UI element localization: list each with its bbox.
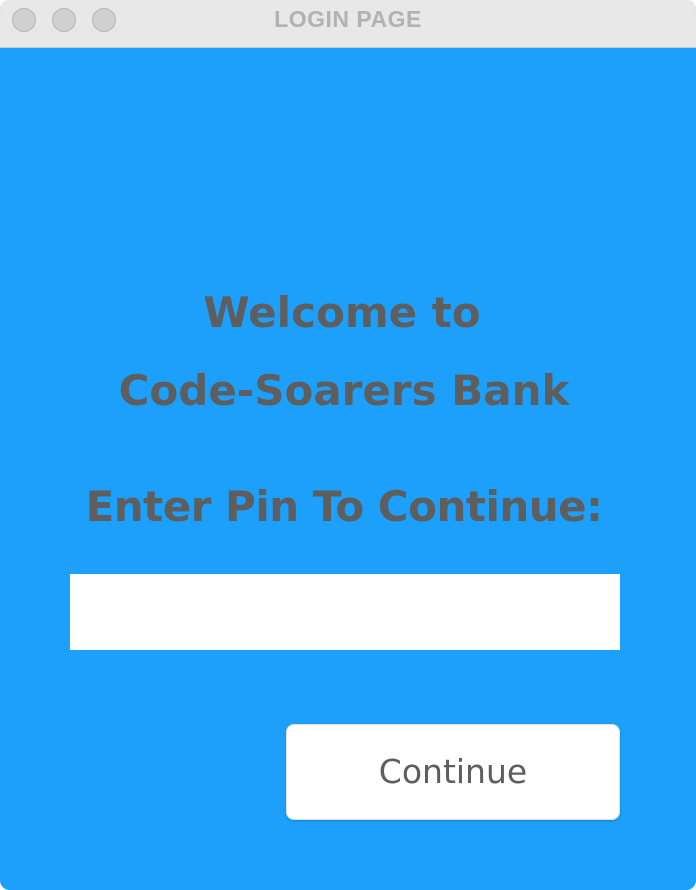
continue-button[interactable]: Continue <box>286 724 620 820</box>
welcome-heading-line-1: Welcome to <box>203 288 481 337</box>
window-title: LOGIN PAGE <box>274 6 422 32</box>
login-panel: Welcome to Code-Soarers Bank Enter Pin T… <box>0 48 696 890</box>
title-bar: LOGIN PAGE <box>0 0 696 48</box>
login-window: LOGIN PAGE Welcome to Code-Soarers Bank … <box>0 0 696 890</box>
pin-input[interactable] <box>70 574 620 650</box>
pin-label: Enter Pin To Continue: <box>85 482 603 531</box>
welcome-heading-line-2: Code-Soarers Bank <box>118 366 570 415</box>
